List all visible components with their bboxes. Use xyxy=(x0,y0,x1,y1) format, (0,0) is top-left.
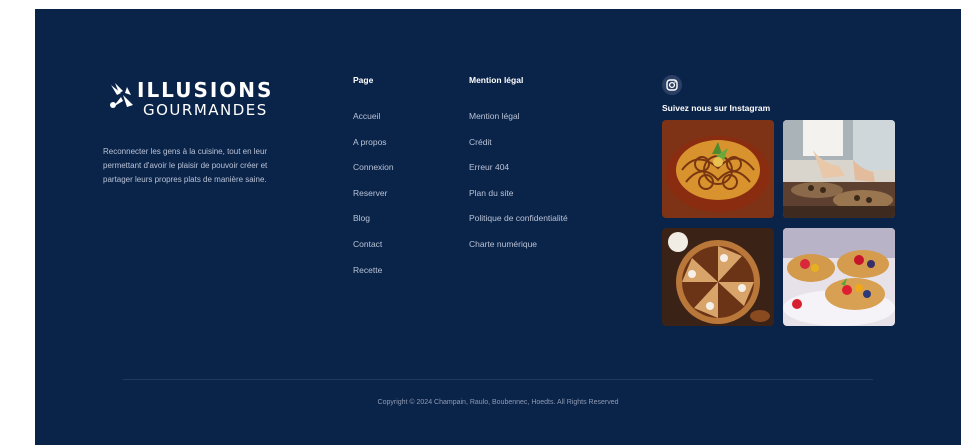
instagram-photo-tarts[interactable] xyxy=(783,228,895,326)
footer-link-recette[interactable]: Recette xyxy=(353,264,382,276)
footer-link-a-propos[interactable]: A propos xyxy=(353,136,387,148)
instagram-icon[interactable] xyxy=(662,75,682,95)
column-title-page: Page xyxy=(353,75,374,85)
footer-link-contact[interactable]: Contact xyxy=(353,238,382,250)
footer-link-charte-numerique[interactable]: Charte numérique xyxy=(469,238,537,250)
column-title-mention-legal: Mention légal xyxy=(469,75,524,85)
instagram-title: Suivez nous sur Instagram xyxy=(662,103,771,113)
footer-link-plan-du-site[interactable]: Plan du site xyxy=(469,187,513,199)
footer-link-mention-legal[interactable]: Mention légal xyxy=(469,110,520,122)
footer-link-politique-confidentialite[interactable]: Politique de confidentialité xyxy=(469,212,568,224)
brand-name-top: ILLUSIONS xyxy=(137,78,274,102)
brand-tagline: Reconnecter les gens à la cuisine, tout … xyxy=(103,147,268,184)
footer-link-blog[interactable]: Blog xyxy=(353,212,370,224)
footer-link-connexion[interactable]: Connexion xyxy=(353,161,394,173)
instagram-photo-chef[interactable] xyxy=(783,120,895,218)
footer-link-erreur-404[interactable]: Erreur 404 xyxy=(469,161,509,173)
footer-link-accueil[interactable]: Accueil xyxy=(353,110,380,122)
fruit-tarts-photo xyxy=(783,228,895,326)
brand-logo[interactable]: ILLUSIONS GOURMANDES xyxy=(107,77,287,127)
copyright-text: Copyright © 2024 Champain, Raulo, Bouben… xyxy=(377,399,619,406)
footer-link-reserver[interactable]: Reserver xyxy=(353,187,387,199)
instagram-photo-pie[interactable] xyxy=(662,228,774,326)
leaf-logo-icon xyxy=(110,83,133,108)
chef-plating-photo xyxy=(783,120,895,218)
brand-name-bottom: GOURMANDES xyxy=(143,101,268,119)
footer-link-credit[interactable]: Crédit xyxy=(469,136,492,148)
site-footer: ILLUSIONS GOURMANDES Reconnecter les gen… xyxy=(35,9,961,445)
lace-crepe-photo xyxy=(662,120,774,218)
instagram-photo-crepe[interactable] xyxy=(662,120,774,218)
footer-divider xyxy=(123,379,873,380)
pecan-pie-photo xyxy=(662,228,774,326)
